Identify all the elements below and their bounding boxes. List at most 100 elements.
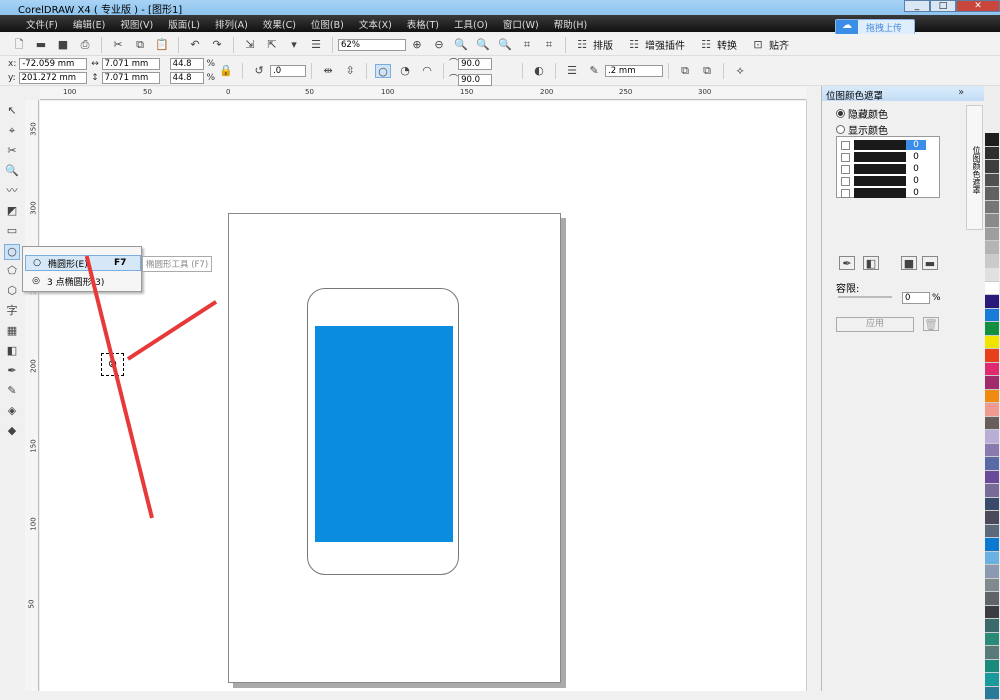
menu-edit[interactable]: 编辑(E) (73, 17, 105, 31)
vertical-scrollbar[interactable] (806, 100, 820, 691)
palette-swatch[interactable] (985, 552, 999, 566)
list-item[interactable]: 0 (837, 187, 927, 199)
zoom-in-icon[interactable]: ⊕ (409, 38, 425, 52)
palette-swatch[interactable] (985, 309, 999, 323)
plugin-layout-button[interactable]: 排版 (593, 37, 613, 52)
plugin-snap-button[interactable]: 贴齐 (769, 37, 789, 52)
palette-swatch[interactable] (985, 484, 999, 498)
palette-swatch[interactable] (985, 268, 999, 282)
show-colors-radio[interactable]: 显示颜色 (836, 122, 888, 137)
redo-icon[interactable]: ↷ (209, 38, 225, 52)
eyedropper-icon[interactable]: ✒ (839, 256, 855, 270)
apply-button[interactable]: 应用 (836, 317, 914, 332)
open-icon[interactable]: ▬ (33, 38, 49, 52)
launcher-icon[interactable]: ▾ (286, 38, 302, 52)
palette-swatch[interactable] (985, 241, 999, 255)
menu-table[interactable]: 表格(T) (407, 17, 439, 31)
zoom-selected-icon[interactable]: 🔍 (453, 38, 469, 52)
list-item[interactable]: 0 (837, 151, 927, 163)
palette-swatch[interactable] (985, 336, 999, 350)
hide-colors-radio[interactable]: 隐藏颜色 (836, 106, 888, 121)
palette-swatch[interactable] (985, 201, 999, 215)
zoom-all-icon[interactable]: 🔍 (475, 38, 491, 52)
palette-swatch[interactable] (985, 295, 999, 309)
palette-swatch[interactable] (985, 538, 999, 552)
palette-swatch[interactable] (985, 646, 999, 660)
list-item[interactable]: 0 (837, 163, 927, 175)
list-item[interactable]: 0 (837, 175, 927, 187)
pick-tool-icon[interactable]: ↖ (4, 104, 20, 120)
arc-mode-icon[interactable]: ◠ (419, 64, 435, 78)
palette-swatch[interactable] (985, 147, 999, 161)
width-input[interactable]: 7.071 mm (102, 58, 160, 70)
menu-view[interactable]: 视图(V) (120, 17, 153, 31)
wrap-text-icon[interactable]: ☰ (564, 64, 580, 78)
palette-swatch[interactable] (985, 430, 999, 444)
pie-mode-icon[interactable]: ◔ (397, 64, 413, 78)
import-icon[interactable]: ⇲ (242, 38, 258, 52)
palette-swatch[interactable] (985, 444, 999, 458)
convert-curves-icon[interactable]: ⟡ (732, 64, 748, 78)
fill-tool-icon[interactable]: ◈ (4, 404, 20, 420)
palette-swatch[interactable] (985, 187, 999, 201)
shape-tool-icon[interactable]: ⌖ (4, 124, 20, 140)
palette-swatch[interactable] (985, 133, 999, 147)
palette-swatch[interactable] (985, 498, 999, 512)
tolerance-slider[interactable] (838, 296, 892, 298)
interactive-tool-icon[interactable]: ◧ (4, 344, 20, 360)
paste-icon[interactable]: 📋 (154, 38, 170, 52)
palette-swatch[interactable] (985, 417, 999, 431)
zoom-height-icon[interactable]: ⌗ (541, 38, 557, 52)
export-icon[interactable]: ⇱ (264, 38, 280, 52)
blue-rectangle-screen[interactable] (315, 326, 453, 542)
close-button[interactable]: ✕ (956, 0, 1000, 12)
palette-swatch[interactable] (985, 376, 999, 390)
scale-x-input[interactable]: 44.8 (170, 58, 204, 70)
color-mask-list[interactable]: 0 0 0 0 0 (836, 136, 940, 198)
polygon-tool-icon[interactable]: ⬠ (4, 264, 20, 280)
close-x-icon[interactable]: » (958, 87, 964, 98)
freehand-tool-icon[interactable]: 〰 (4, 184, 20, 200)
new-icon[interactable]: 🗋 (11, 38, 27, 52)
trash-icon[interactable]: 🗑 (923, 317, 939, 331)
eyedropper-icon[interactable]: ✒ (4, 364, 20, 380)
palette-swatch[interactable] (985, 457, 999, 471)
palette-swatch[interactable] (985, 660, 999, 674)
palette-swatch[interactable] (985, 511, 999, 525)
minimize-button[interactable]: _ (904, 0, 930, 12)
palette-swatch[interactable] (985, 471, 999, 485)
menu-help[interactable]: 帮助(H) (554, 17, 588, 31)
end-angle-input[interactable]: 90.0 (458, 74, 492, 86)
plugin-enhance-button[interactable]: 增强插件 (645, 37, 685, 52)
interactive-fill-icon[interactable]: ◆ (4, 424, 20, 440)
palette-swatch[interactable] (985, 214, 999, 228)
start-angle-input[interactable]: 90.0 (458, 58, 492, 70)
zoom-width-icon[interactable]: ⌗ (519, 38, 535, 52)
palette-swatch[interactable] (985, 525, 999, 539)
table-tool-icon[interactable]: ▦ (4, 324, 20, 340)
menu-effects[interactable]: 效果(C) (263, 17, 296, 31)
palette-swatch[interactable] (985, 255, 999, 269)
palette-swatch[interactable] (985, 282, 999, 296)
zoom-out-icon[interactable]: ⊖ (431, 38, 447, 52)
palette-swatch[interactable] (985, 160, 999, 174)
palette-swatch[interactable] (985, 619, 999, 633)
ellipse-tool-icon[interactable]: ○ (4, 244, 20, 260)
plugin-convert-button[interactable]: 转换 (717, 37, 737, 52)
save-icon[interactable]: ■ (55, 38, 71, 52)
mirror-h-icon[interactable]: ⇹ (320, 64, 336, 78)
to-back-icon[interactable]: ⧉ (699, 64, 715, 78)
outline-tool-icon[interactable]: ✎ (4, 384, 20, 400)
crop-tool-icon[interactable]: ✂ (4, 144, 20, 160)
save-mask-icon[interactable]: ■ (901, 256, 917, 270)
palette-swatch[interactable] (985, 363, 999, 377)
y-position-input[interactable]: 201.272 mm (19, 72, 87, 84)
menu-layout[interactable]: 版面(L) (168, 17, 200, 31)
menu-text[interactable]: 文本(X) (359, 17, 392, 31)
palette-swatch[interactable] (985, 579, 999, 593)
palette-swatch[interactable] (985, 403, 999, 417)
ellipse-mode-icon[interactable]: ○ (375, 64, 391, 78)
smart-fill-icon[interactable]: ◩ (4, 204, 20, 220)
maximize-button[interactable]: □ (930, 0, 956, 12)
print-icon[interactable]: ⎙ (77, 38, 93, 52)
